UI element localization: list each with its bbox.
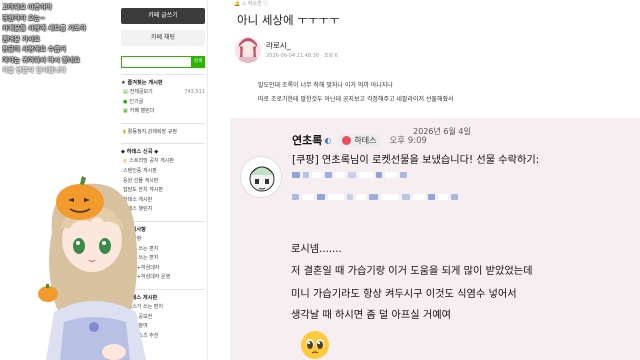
chat-line: 처음 방문자 인사합니다 [2,66,66,74]
redacted-block [356,194,366,200]
favorites-header: ★ 즐겨찾는 게시판 [121,80,163,86]
sidebar-item-rules[interactable]: ▮ 활동정지,강제퇴장 규정 [121,128,205,138]
redacted-block [413,194,425,200]
chat-capture-image: 2026년 6월 4일 연초록 ◐ 하데스 오후 9:09 [쿠팡] 연초록님이… [230,118,640,360]
favorites-section: ★ 즐겨찾는 게시판 ▤ 전체글보기 743,511 ● 인기글 ▦ 카페 캘린더 [121,74,205,117]
chat-line: 고마워요 따뜻하다 [2,3,52,11]
redacted-block [428,194,435,200]
new-header: ◆ 하데스 신곡 ◆ [121,149,159,156]
redacted-block [348,172,356,178]
list-icon: ▤ [123,89,128,95]
vtuber-avatar-image [38,176,146,360]
sender-avatar [240,156,282,198]
message-header: 연초록 ◐ 하데스 오후 9:09 [292,132,427,148]
message-line: 미니 가습기라도 항상 켜두시구 이것도 식염수 넣어서 [291,289,517,300]
fire-icon: ● [123,98,128,105]
chat-line: 여자는 귀여워서 다시 했네요 [2,55,80,64]
redacted-block [312,172,322,178]
chat-line: 영원하자 오는~ [2,13,46,22]
message-time: 오후 9:09 [389,136,427,146]
pleading-face-icon [301,331,329,359]
badge-icon: ◐ [324,135,332,145]
sidebar-item-all-posts[interactable]: ▤ 전체글보기 743,511 [121,88,205,98]
message-line: 생각날 때 하시면 좀 덜 아프실 거예여 [291,310,452,321]
redacted-block [292,172,300,178]
chat-line: 멤버분 가서요 [2,34,40,43]
pleading-face-emoji [300,330,330,360]
search-button[interactable]: 검색 [191,56,205,68]
pin-icon: ▮ [123,128,126,135]
calendar-icon: ▦ [123,108,128,115]
gift-message: [쿠팡] 연초록님이 로켓선물을 보냈습니다! 선물 수락하기: [292,155,540,166]
redacted-block [328,194,344,200]
fan-tag: 하데스 [337,133,382,147]
author-avatar-image [235,37,261,63]
post-area: 🔔 ⚠ 하소연 ⓘ 아니 세상에 ㅜㅜㅜㅜ 라로시_ 2026-06-04 21… [208,0,640,360]
sidebar-search: 검색 [121,56,205,68]
redacted-block [335,172,345,178]
redacted-block [317,194,325,200]
redacted-block [438,194,448,200]
cafe-chat-button[interactable]: 카페 채팅 [121,30,205,46]
post-title: 아니 세상에 ㅜㅜㅜㅜ [237,13,340,27]
redacted-block [302,194,314,200]
chat-lines: 고마워요 따뜻하다 영원하자 오는~ 카페분들 사랑해 세트를 기도하 멤버분 … [2,2,118,76]
vtuber-avatar [34,162,164,360]
sender-nickname: 연초록 [292,134,323,147]
breadcrumb[interactable]: 🔔 ⚠ 하소연 ⓘ [234,0,268,7]
redacted-block [325,172,332,178]
message-line: 저 결혼일 때 가습기랑 이거 도움을 되게 많이 받았었는데 [291,266,533,277]
write-post-button[interactable]: 카페 글쓰기 [121,8,205,24]
redacted-link-row [292,194,458,200]
screen: 고마워요 따뜻하다 영원하자 오는~ 카페분들 사랑해 세트를 기도하 멤버분 … [0,0,640,360]
redacted-block [303,172,309,178]
sidebar-item-calendar[interactable]: ▦ 카페 캘린더 [121,107,205,117]
post-body: 말도안대 조록이 너무 착해 맞지나 이거 억까 아니지나 따로 조로기한테 말… [258,79,454,107]
redacted-link-row [292,172,407,178]
redacted-block [400,172,407,178]
chat-line: 카페분들 사랑해 세트를 기도하 [2,24,86,32]
sidebar-item-popular[interactable]: ● 인기글 [121,98,205,108]
redacted-block [376,172,382,178]
redacted-block [385,172,397,178]
post-body-line: 따로 조로기한테 말한것두 아닌데 공지보고 걱정해주고 네팔라이저 선물해줬서 [258,96,454,103]
redacted-block [381,194,399,200]
author-name[interactable]: 라로시_ [266,40,290,51]
redacted-block [292,194,299,200]
author-avatar[interactable] [235,37,261,63]
redacted-block [369,194,378,200]
redacted-block [359,172,373,178]
redacted-block [451,194,458,200]
post-date: 2026-06-04 21:48:30 · 조회 6 [266,53,338,59]
message-greeting: 로시넴....... [291,244,342,255]
redacted-block [402,194,410,200]
post-body-line: 말도안대 조록이 너무 착해 맞지나 이거 억까 아니지나 [258,82,393,89]
chat-line: 몽글미 사랑해요 수줍거 [2,45,66,53]
sender-avatar-image [241,157,281,197]
tag-icon [342,135,352,145]
redacted-block [347,194,353,200]
notice-rules-section: ▮ 활동정지,강제퇴장 규정 [121,122,205,138]
search-input[interactable] [121,56,191,68]
